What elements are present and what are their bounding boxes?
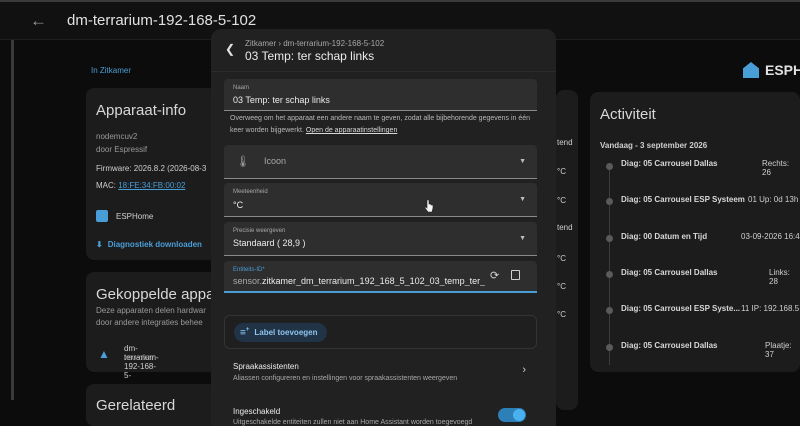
linked-device-name: dm-terrarium-192-168-5-	[124, 344, 159, 380]
activity-item-title[interactable]: Diag: 05 Carrousel ESP Syste...	[621, 304, 740, 313]
esphome-icon	[96, 210, 108, 222]
device-firmware: Firmware: 2026.8.2 (2026-08-3	[96, 164, 207, 173]
entity-id-value: sensor.zitkamer_dm_terrarium_192_168_5_1…	[233, 276, 485, 286]
sensor-col-6: °C	[557, 310, 566, 319]
precision-select[interactable]: Precisie weergeven Standaard ( 28,9 ) ▼	[224, 222, 537, 256]
device-info-title: Apparaat-info	[96, 102, 187, 119]
activity-item-value: 01 Up: 0d 13h	[748, 195, 799, 204]
device-mac: MAC: 18:FE:34:FB:00:02	[96, 181, 185, 190]
enabled-title: Ingeschakeld	[233, 407, 281, 416]
linked-device-sub: ASUSWRT	[124, 356, 154, 362]
timeline-dot	[606, 344, 613, 351]
back-arrow-icon[interactable]: ←	[30, 11, 47, 31]
add-label-icon: ≡+	[240, 326, 250, 339]
timeline-dot	[606, 198, 613, 205]
breadcrumb[interactable]: In Zitkamer	[91, 66, 131, 75]
sensor-col-5: °C	[557, 282, 566, 291]
unit-select-label: Meeteenheid	[233, 189, 268, 195]
activity-item-title[interactable]: Diag: 00 Datum en Tijd	[621, 232, 707, 241]
activity-item-value: Links: 28	[769, 268, 790, 286]
name-helper-text: Overweeg om het apparaat een andere naam…	[230, 113, 540, 137]
unit-select[interactable]: Meeteenheid °C ▼	[224, 183, 537, 217]
esphome-brand: ESPH	[743, 62, 800, 78]
add-label-button[interactable]: ≡+ Label toevoegen	[234, 323, 328, 342]
enabled-toggle-knob	[513, 409, 525, 421]
activity-item-value: Plaatje: 37	[765, 341, 792, 359]
download-diagnostics-label: Diagnostiek downloaden	[107, 240, 202, 249]
download-icon: ⬇	[96, 240, 103, 249]
timeline-line	[609, 165, 610, 365]
esphome-logo-icon	[743, 62, 759, 78]
linked-devices-title: Gekoppelde appara	[96, 286, 228, 303]
open-device-settings-link[interactable]: Open de apparaatinstellingen	[306, 127, 397, 134]
copy-entity-id-icon[interactable]	[511, 270, 520, 280]
sensor-col-3: tend	[557, 223, 573, 232]
activity-item-title[interactable]: Diag: 05 Carrousel Dallas	[621, 268, 717, 277]
device-manufacturer: door Espressif	[96, 145, 148, 154]
entity-settings-dialog: ❮ Zitkamer › dm-terrarium-192-168-5-102 …	[211, 29, 556, 426]
unit-select-value: °C	[233, 200, 244, 210]
thermometer-icon: 🌡	[236, 156, 250, 168]
precision-select-label: Precisie weergeven	[233, 228, 286, 234]
entity-id-prefix: sensor.	[233, 276, 263, 286]
voice-assistants-subtitle: Aliassen configureren en instellingen vo…	[233, 375, 458, 382]
esphome-integration[interactable]: ESPHome	[96, 210, 153, 222]
activity-item-value: 03-09-2026 16:4	[741, 232, 800, 241]
voice-assistants-title: Spraakassistenten	[233, 362, 299, 371]
name-field-label: Naam	[233, 85, 250, 91]
chevron-right-icon: ›	[522, 364, 526, 376]
dialog-header-divider	[211, 71, 556, 72]
entity-id-label: Entiteits-ID*	[233, 267, 265, 273]
entity-id-text: zitkamer_dm_terrarium_192_168_5_102_03_t…	[262, 276, 485, 286]
unit-select-dropdown-icon: ▼	[519, 196, 526, 203]
timeline-dot	[606, 271, 613, 278]
page-title: dm-terrarium-192-168-5-102	[67, 12, 257, 29]
dialog-breadcrumb: Zitkamer › dm-terrarium-192-168-5-102	[245, 39, 385, 48]
enabled-subtitle: Uitgeschakelde entiteiten zullen niet aa…	[233, 419, 473, 426]
reset-entity-id-icon[interactable]: ⟳	[490, 269, 499, 282]
sensor-col-2: °C	[557, 196, 566, 205]
dialog-back-chevron-icon[interactable]: ❮	[225, 42, 235, 56]
dialog-title: 03 Temp: ter schap links	[245, 49, 375, 63]
linked-devices-desc-1: Deze apparaten delen hardwar	[96, 306, 206, 315]
timeline-dot	[606, 235, 613, 242]
esphome-brand-text: ESPH	[765, 62, 800, 78]
precision-select-dropdown-icon: ▼	[519, 235, 526, 242]
activity-item-value: 11 IP: 192.168.5	[741, 304, 800, 313]
scrollbar[interactable]	[11, 40, 14, 400]
device-model: nodemcuv2	[96, 132, 138, 141]
mac-label: MAC:	[96, 181, 119, 190]
icon-picker-dropdown-icon: ▼	[519, 158, 526, 165]
name-field[interactable]: Naam 03 Temp: ter schap links	[224, 79, 537, 111]
labels-area: ≡+ Label toevoegen	[224, 315, 537, 349]
integration-name: ESPHome	[116, 211, 154, 221]
add-label-text: Label toevoegen	[254, 328, 318, 337]
entity-id-field[interactable]: Entiteits-ID* sensor.zitkamer_dm_terrari…	[224, 261, 537, 293]
activity-item-title[interactable]: Diag: 05 Carrousel ESP Systeem	[621, 195, 745, 204]
icon-picker-placeholder: Icoon	[264, 156, 287, 166]
activity-item-title[interactable]: Diag: 05 Carrousel Dallas	[621, 341, 717, 350]
precision-select-value: Standaard ( 28,9 )	[233, 238, 306, 248]
icon-picker[interactable]: 🌡 Icoon ▼	[224, 145, 537, 179]
linked-devices-desc-2: door andere integraties behee	[96, 318, 203, 327]
name-field-value: 03 Temp: ter schap links	[233, 95, 330, 105]
related-title: Gerelateerd	[96, 397, 176, 414]
mouse-cursor-icon	[424, 199, 434, 213]
enabled-toggle[interactable]	[498, 408, 526, 422]
timeline-dot	[606, 163, 613, 170]
activity-item-title[interactable]: Diag: 05 Carrousel Dallas	[621, 159, 717, 168]
sensor-col-4: °C	[557, 254, 566, 263]
mac-link[interactable]: 18:FE:34:FB:00:02	[118, 181, 185, 190]
timeline-dot	[606, 307, 613, 314]
sensor-col-0: tend	[557, 138, 573, 147]
download-diagnostics-button[interactable]: ⬇ Diagnostiek downloaden	[96, 240, 202, 249]
activity-date: Vandaag - 3 september 2026	[600, 141, 708, 150]
sensor-col-1: °C	[557, 167, 566, 176]
activity-item-value: Rechts: 26	[762, 159, 790, 177]
activity-title: Activiteit	[600, 106, 656, 123]
asus-icon: ▲	[98, 347, 110, 361]
